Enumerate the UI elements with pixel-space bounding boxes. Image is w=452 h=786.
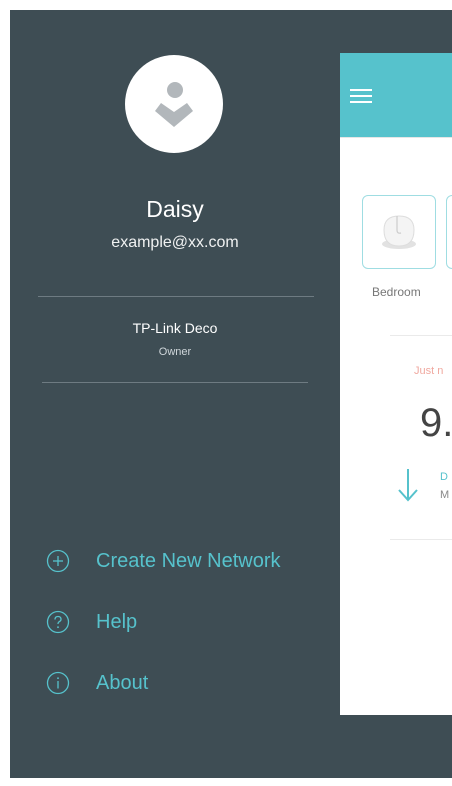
content-divider xyxy=(390,335,452,336)
menu-label: Create New Network xyxy=(96,549,281,572)
network-divider xyxy=(42,382,308,383)
question-circle-icon xyxy=(46,610,70,634)
speed-label: D xyxy=(440,471,448,483)
screen: Bedroom Just n 9. D M Daisy example@xx.c… xyxy=(10,10,452,778)
hamburger-menu-icon[interactable] xyxy=(350,89,372,103)
content-divider-bottom xyxy=(390,539,452,540)
menu-item-create-new-network[interactable]: Create New Network xyxy=(46,546,281,576)
download-arrow-icon xyxy=(398,469,418,502)
speed-value: 9. xyxy=(420,401,452,445)
user-name: Daisy xyxy=(146,196,204,222)
deco-device-icon xyxy=(382,215,416,249)
device-label: Bedroom xyxy=(372,285,421,299)
network-role: Owner xyxy=(158,346,192,358)
info-circle-icon xyxy=(46,671,70,695)
menu-item-help[interactable]: Help xyxy=(46,607,137,637)
menu-label: Help xyxy=(96,610,138,633)
app-header xyxy=(340,53,452,137)
speed-unit: M xyxy=(440,489,450,501)
main-app-panel[interactable]: Bedroom Just n 9. D M xyxy=(340,53,452,715)
user-email: example@xx.com xyxy=(111,234,239,251)
avatar[interactable] xyxy=(125,55,223,153)
device-card-bedroom[interactable] xyxy=(362,195,436,269)
menu-item-about[interactable]: About xyxy=(46,668,148,698)
user-avatar-icon xyxy=(155,82,193,127)
status-text: Just n xyxy=(414,365,444,377)
menu-label: About xyxy=(96,671,149,694)
network-name[interactable]: TP-Link Deco xyxy=(10,320,340,336)
plus-circle-icon xyxy=(46,549,70,573)
profile-divider xyxy=(38,296,314,297)
device-card-second[interactable] xyxy=(446,195,452,269)
header-divider xyxy=(340,137,452,138)
